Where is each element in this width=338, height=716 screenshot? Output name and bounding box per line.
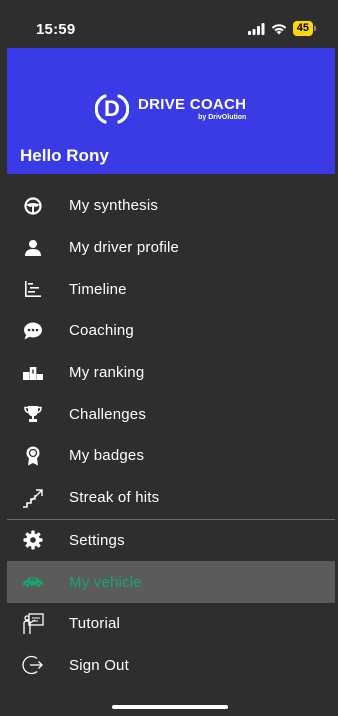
- gear-icon: [22, 529, 44, 551]
- menu-item-label: Settings: [69, 531, 125, 549]
- drawer-header: D DRIVE COACH by DrivOlution Hello Rony: [7, 48, 335, 174]
- menu-item-label: Challenges: [69, 405, 147, 423]
- menu-item-coaching[interactable]: Coaching: [7, 310, 335, 352]
- wifi-icon: [271, 23, 286, 34]
- menu-item-my-vehicle[interactable]: My vehicle: [7, 561, 335, 603]
- logo-subtitle: by DrivOlution: [198, 114, 247, 121]
- logo-mark: D: [95, 92, 129, 126]
- podium-icon: [22, 362, 44, 384]
- drive-coach-logo: D DRIVE COACH by DrivOlution: [95, 92, 246, 126]
- menu-item-my-badges[interactable]: My badges: [7, 435, 335, 477]
- signal-icon: [247, 22, 265, 35]
- sign-out-icon: [22, 654, 44, 676]
- menu-item-label: My ranking: [69, 364, 145, 382]
- badge-icon: [22, 445, 44, 467]
- menu-item-streak-of-hits[interactable]: Streak of hits: [7, 477, 335, 519]
- menu-item-label: My vehicle: [69, 573, 142, 591]
- car-icon: [22, 571, 44, 593]
- timeline-icon: [22, 278, 44, 300]
- menu-item-settings[interactable]: Settings: [7, 520, 335, 562]
- menu-item-my-ranking[interactable]: My ranking: [7, 352, 335, 394]
- menu-item-label: Tutorial: [69, 615, 121, 633]
- menu-item-sign-out[interactable]: Sign Out: [7, 645, 335, 687]
- logo-title: DRIVE COACH: [138, 96, 247, 113]
- menu-item-label: Streak of hits: [69, 489, 160, 507]
- menu-item-label: Coaching: [69, 322, 134, 340]
- status-time: 15:59: [36, 21, 76, 38]
- navigation-menu: My synthesis My driver profile Timeline: [7, 185, 335, 686]
- menu-item-label: My synthesis: [69, 197, 159, 215]
- menu-item-timeline[interactable]: Timeline: [7, 268, 335, 310]
- menu-item-my-driver-profile[interactable]: My driver profile: [7, 227, 335, 269]
- battery-level: 45: [292, 21, 313, 36]
- status-icons: 45: [247, 21, 316, 36]
- presentation-icon: [22, 613, 44, 635]
- menu-item-my-synthesis[interactable]: My synthesis: [7, 185, 335, 227]
- menu-item-label: My driver profile: [69, 239, 180, 257]
- menu-item-label: Timeline: [69, 280, 127, 298]
- menu-item-challenges[interactable]: Challenges: [7, 393, 335, 435]
- greeting: Hello Rony: [20, 146, 109, 165]
- menu-item-tutorial[interactable]: Tutorial: [7, 603, 335, 645]
- menu-item-label: Sign Out: [69, 656, 129, 674]
- steering-wheel-icon: [22, 195, 44, 217]
- stairs-arrow-icon: [22, 487, 44, 509]
- menu-item-label: My badges: [69, 447, 145, 465]
- user-icon: [22, 237, 44, 259]
- trophy-icon: [22, 403, 44, 425]
- chat-bubble-icon: [22, 320, 44, 342]
- home-indicator: [112, 705, 228, 709]
- status-bar: 15:59 45: [0, 0, 338, 48]
- logo-letter: D: [104, 96, 120, 121]
- battery-icon: [314, 26, 316, 31]
